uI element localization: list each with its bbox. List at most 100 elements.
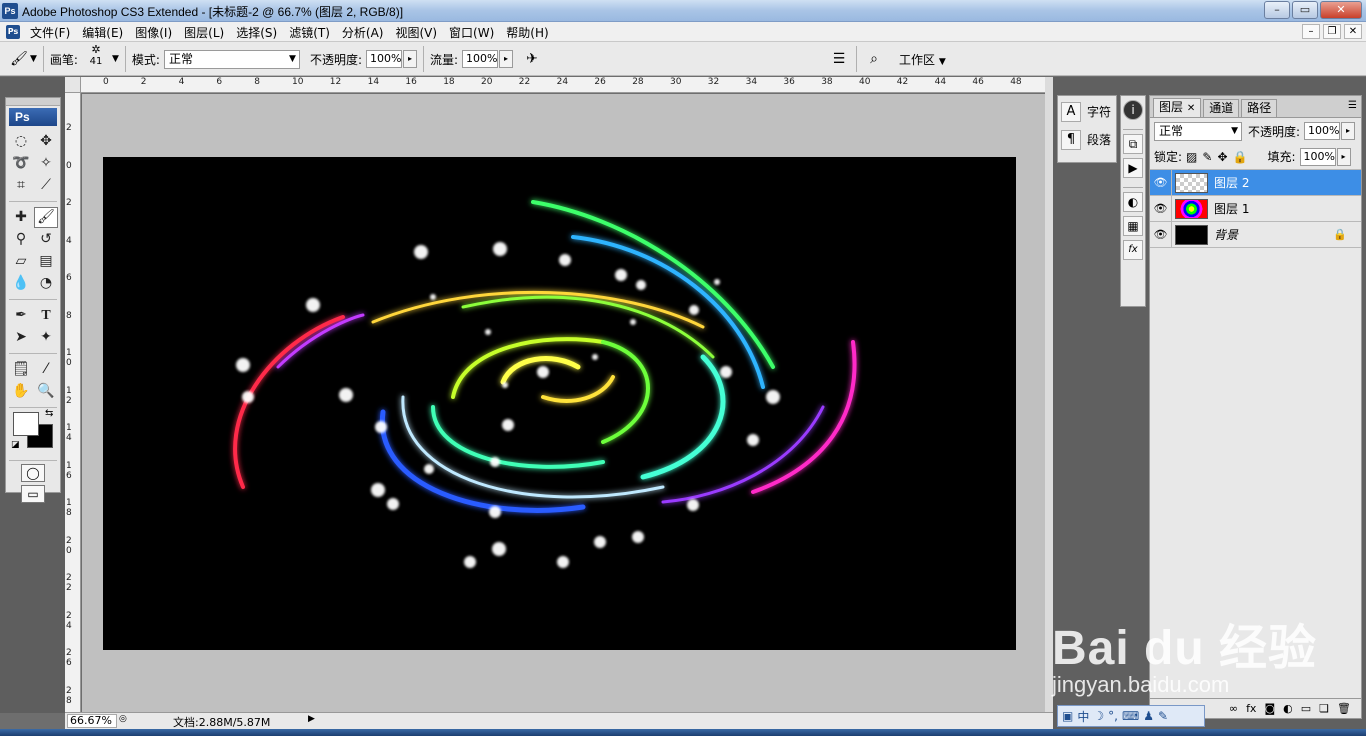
bridge-icon[interactable]: ⌕ xyxy=(863,48,885,70)
flow-input[interactable]: 100% xyxy=(462,50,499,68)
ime-keyboard-icon[interactable]: ⌨ xyxy=(1122,709,1139,723)
visibility-eye-icon[interactable]: 👁 xyxy=(1150,195,1172,222)
vertical-ruler[interactable]: 2 0 2 4 6 8 1 0 1 2 1 4 1 6 1 8 2 0 2 2 2 4 2 6 2 8 xyxy=(65,93,81,713)
clone-stamp-tool-icon[interactable]: ⚲ xyxy=(9,229,33,250)
crop-tool-icon[interactable]: ⌗ xyxy=(9,175,33,196)
menu-image[interactable]: 图像(I) xyxy=(135,24,172,41)
clone-source-icon[interactable]: ⧉ xyxy=(1123,134,1143,154)
mode-dropdown[interactable]: 正常 ▼ xyxy=(163,49,300,69)
workspace-button[interactable]: 工作区 ▼ xyxy=(899,51,946,68)
hand-tool-icon[interactable]: ✋ xyxy=(9,381,33,402)
tools-panel-header[interactable] xyxy=(6,98,60,106)
flow-slider-button[interactable]: ▸ xyxy=(499,50,514,68)
menu-select[interactable]: 选择(S) xyxy=(236,24,277,41)
type-tool-icon[interactable]: T xyxy=(34,305,58,326)
visibility-eye-icon[interactable]: 👁 xyxy=(1150,169,1172,196)
swatches-icon[interactable]: ▦ xyxy=(1123,216,1143,236)
menu-edit[interactable]: 编辑(E) xyxy=(82,24,123,41)
opacity-input[interactable]: 100% xyxy=(365,50,402,68)
ime-chinese-toggle[interactable]: 中 xyxy=(1077,708,1089,725)
gradient-tool-icon[interactable]: ▤ xyxy=(34,251,58,272)
visibility-eye-icon[interactable]: 👁 xyxy=(1150,221,1172,248)
magic-wand-tool-icon[interactable]: ✧ xyxy=(34,153,58,174)
minimize-button[interactable]: – xyxy=(1264,1,1290,19)
ps-logo[interactable]: Ps xyxy=(9,108,57,126)
slice-tool-icon[interactable]: ⟋ xyxy=(34,175,58,196)
character-panel-button[interactable]: A 字符 xyxy=(1058,99,1116,124)
lock-position-icon[interactable]: ✥ xyxy=(1217,150,1227,164)
adjustment-layer-icon[interactable]: ◐ xyxy=(1283,702,1293,715)
ime-user-icon[interactable]: ♟ xyxy=(1143,709,1154,723)
quick-mask-button[interactable]: ◯ xyxy=(21,464,45,482)
delete-layer-icon[interactable]: 🗑 xyxy=(1337,702,1351,715)
fill-input[interactable]: 100% xyxy=(1299,147,1336,166)
marquee-tool-icon[interactable]: ◌ xyxy=(9,131,33,152)
menu-help[interactable]: 帮助(H) xyxy=(506,24,548,41)
doc-restore-button[interactable]: ❐ xyxy=(1323,24,1341,39)
ime-punct-icon[interactable]: °, xyxy=(1108,709,1118,723)
notes-tool-icon[interactable]: 🗒 xyxy=(9,359,33,380)
document-canvas[interactable] xyxy=(103,157,1016,650)
eraser-tool-icon[interactable]: ▱ xyxy=(9,251,33,272)
zoom-level-field[interactable]: 66.67% xyxy=(67,714,117,728)
ime-logo-icon[interactable]: ▣ xyxy=(1062,709,1073,723)
ime-settings-icon[interactable]: ✎ xyxy=(1158,709,1168,723)
custom-shape-tool-icon[interactable]: ✦ xyxy=(34,327,58,348)
zoom-tool-icon[interactable]: 🔍 xyxy=(34,381,58,402)
tab-layers[interactable]: 图层 ✕ xyxy=(1153,98,1202,117)
brush-preset-picker[interactable]: ✲ 41 xyxy=(82,44,110,74)
menu-filter[interactable]: 滤镜(T) xyxy=(289,24,330,41)
animation-icon[interactable]: ▶ xyxy=(1123,158,1143,178)
menu-window[interactable]: 窗口(W) xyxy=(449,24,494,41)
screen-mode-button[interactable]: ▭ xyxy=(21,485,45,503)
menu-layer[interactable]: 图层(L) xyxy=(184,24,224,41)
chevron-down-icon[interactable]: ▼ xyxy=(112,54,119,64)
eyedropper-tool-icon[interactable]: ⁄ xyxy=(34,359,58,380)
zoom-preview-icon[interactable]: ◎ xyxy=(119,714,131,726)
link-layers-icon[interactable]: ∞ xyxy=(1229,702,1238,715)
doc-minimize-button[interactable]: – xyxy=(1302,24,1320,39)
lock-image-icon[interactable]: ✎ xyxy=(1202,150,1212,164)
healing-brush-tool-icon[interactable]: ✚ xyxy=(9,207,33,228)
menu-analysis[interactable]: 分析(A) xyxy=(342,24,384,41)
vertical-scrollbar[interactable] xyxy=(1045,77,1053,713)
maximize-button[interactable]: ▭ xyxy=(1292,1,1318,19)
airbrush-icon[interactable]: ✈ xyxy=(521,48,543,70)
layer-row-background[interactable]: 👁 背景 🔒 xyxy=(1150,221,1361,248)
ime-moon-icon[interactable]: ☽ xyxy=(1093,709,1104,723)
blend-mode-dropdown[interactable]: 正常 ▼ xyxy=(1154,121,1242,141)
tool-preset-brush-icon[interactable]: 🖌 xyxy=(8,48,30,70)
doc-close-button[interactable]: ✕ xyxy=(1344,24,1362,39)
foreground-color-swatch[interactable] xyxy=(13,412,39,436)
styles-fx-icon[interactable]: fx xyxy=(1123,240,1143,260)
color-palette-icon[interactable]: ◐ xyxy=(1123,192,1143,212)
pen-tool-icon[interactable]: ✒ xyxy=(9,305,33,326)
ruler-origin[interactable] xyxy=(65,77,81,93)
blur-tool-icon[interactable]: 💧 xyxy=(9,273,33,294)
layer-opacity-input[interactable]: 100% xyxy=(1304,122,1341,140)
document-icon[interactable]: Ps xyxy=(6,25,20,39)
status-menu-arrow-icon[interactable]: ▶ xyxy=(308,714,315,724)
history-brush-tool-icon[interactable]: ↺ xyxy=(34,229,58,250)
tab-paths[interactable]: 路径 xyxy=(1241,99,1278,117)
opacity-slider-button[interactable]: ▸ xyxy=(402,50,417,68)
new-layer-icon[interactable]: ❏ xyxy=(1319,702,1329,715)
layer-row-layer1[interactable]: 👁 图层 1 xyxy=(1150,195,1361,222)
brush-tool-icon[interactable]: 🖌 xyxy=(34,207,58,228)
chevron-down-icon[interactable]: ▼ xyxy=(30,54,37,64)
menu-view[interactable]: 视图(V) xyxy=(395,24,437,41)
palette-well-icon[interactable]: ☰ xyxy=(828,48,850,70)
new-group-icon[interactable]: ▭ xyxy=(1301,702,1311,715)
path-selection-tool-icon[interactable]: ➤ xyxy=(9,327,33,348)
lock-transparency-icon[interactable]: ▨ xyxy=(1186,150,1197,164)
panel-menu-icon[interactable]: ☰ xyxy=(1348,100,1357,111)
layer-opacity-slider-button[interactable]: ▸ xyxy=(1341,122,1356,140)
lasso-tool-icon[interactable]: ➰ xyxy=(9,153,33,174)
horizontal-ruler[interactable]: 0 2 4 6 8 10 12 14 16 18 20 22 24 26 28 30 32 34 36 38 40 42 4… xyxy=(81,77,1045,93)
swap-colors-icon[interactable]: ⇆ xyxy=(45,408,53,419)
tab-channels[interactable]: 通道 xyxy=(1203,99,1240,117)
menu-file[interactable]: 文件(F) xyxy=(30,24,70,41)
layer-row-layer2[interactable]: 👁 图层 2 xyxy=(1150,169,1361,196)
close-icon[interactable]: ✕ xyxy=(1187,103,1195,114)
dodge-tool-icon[interactable]: ◔ xyxy=(34,273,58,294)
